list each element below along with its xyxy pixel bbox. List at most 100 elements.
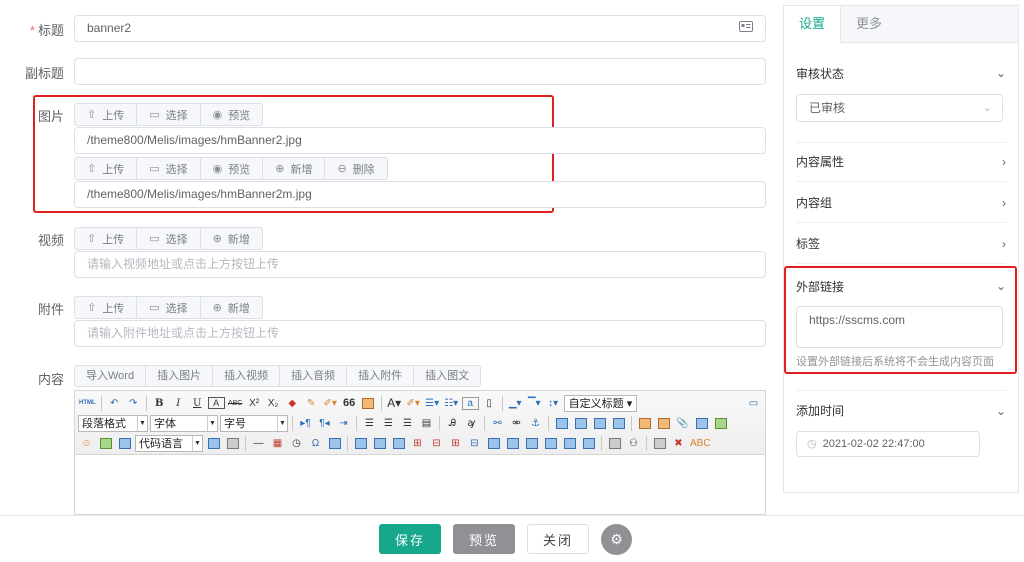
underline-icon[interactable]: U	[189, 395, 206, 412]
attachment-input[interactable]: 请输入附件地址或点击上方按钮上传	[74, 320, 766, 347]
preview-button[interactable]: ◉ 预览	[201, 158, 264, 179]
select-button[interactable]: ▭ 选择	[137, 228, 201, 249]
save-button[interactable]: 保存	[379, 524, 441, 554]
page-break-icon[interactable]	[205, 435, 222, 452]
scrawl-icon[interactable]	[97, 435, 114, 452]
font-color-icon[interactable]: A ▾	[386, 395, 403, 412]
add-button[interactable]: ⊕ 新增	[201, 228, 262, 249]
font-size-select[interactable]: 字号 ▼	[220, 414, 288, 432]
attachment-icon[interactable]: 📎	[674, 415, 691, 432]
clear-doc-icon[interactable]: ▯	[481, 395, 498, 412]
image-input-1[interactable]: /theme800/Melis/images/hmBanner2.jpg	[74, 127, 766, 154]
review-status-header[interactable]: 审核状态 ⌄	[796, 53, 1006, 93]
align-right-icon[interactable]: ☰	[399, 415, 416, 432]
paste-text-icon[interactable]	[360, 395, 377, 412]
delete-table-icon[interactable]	[371, 435, 388, 452]
binoculars-icon[interactable]: ⚇	[625, 435, 642, 452]
split-rows-icon[interactable]	[561, 435, 578, 452]
background-color-icon[interactable]: ✐▾	[405, 395, 422, 412]
select-button[interactable]: ▭ 选择	[137, 158, 201, 179]
indent-icon[interactable]: ⇥	[335, 415, 352, 432]
add-time-header[interactable]: 添加时间 ⌄	[796, 390, 1006, 430]
insert-image-button[interactable]: 插入图片	[146, 366, 214, 386]
drafts-icon[interactable]: ✖	[670, 435, 687, 452]
unordered-list-icon[interactable]: ☷▾	[443, 395, 460, 412]
preview-button[interactable]: ◉ 预览	[201, 104, 263, 125]
delete-row-icon[interactable]: ⊟	[428, 435, 445, 452]
split-cols-icon[interactable]	[580, 435, 597, 452]
simple-upload-icon[interactable]	[636, 415, 653, 432]
insert-image-icon[interactable]	[655, 415, 672, 432]
content-attr-header[interactable]: 内容属性 ›	[796, 142, 1006, 182]
title-input[interactable]: banner2	[74, 15, 766, 42]
italic-icon[interactable]: I	[170, 395, 187, 412]
insert-article-button[interactable]: 插入图文	[414, 366, 480, 386]
select-all-icon[interactable]: a	[461, 396, 479, 410]
code-language-select[interactable]: 代码语言 ▼	[135, 434, 203, 452]
horizontal-rule-icon[interactable]: —	[250, 435, 267, 452]
fullscreen-icon[interactable]: ▭	[745, 395, 762, 412]
emotion-icon[interactable]: ☺	[78, 435, 95, 452]
rtl-icon[interactable]: ¶◂	[316, 415, 333, 432]
strikethrough-icon[interactable]: ABC	[227, 395, 244, 412]
touppercase-icon[interactable]: Ꭿ	[444, 415, 461, 432]
font-border-icon[interactable]: A	[207, 397, 225, 409]
format-painter-icon[interactable]: ✐▾	[322, 395, 339, 412]
id-card-icon[interactable]	[739, 16, 753, 41]
redo-icon[interactable]: ↷	[125, 395, 142, 412]
content-group-header[interactable]: 内容组 ›	[796, 183, 1006, 223]
paragraph-format-select[interactable]: 段落格式 ▼	[78, 414, 148, 432]
print-icon[interactable]	[651, 435, 668, 452]
upload-button[interactable]: ⇧ 上传	[75, 228, 138, 249]
delete-col-icon[interactable]: ⊟	[466, 435, 483, 452]
merge-right-icon[interactable]	[504, 435, 521, 452]
search-replace-icon[interactable]	[326, 435, 343, 452]
select-button[interactable]: ▭ 选择	[137, 297, 201, 318]
tab-settings[interactable]: 设置	[784, 6, 842, 43]
upload-button[interactable]: ⇧ 上传	[75, 158, 138, 179]
image-left-icon[interactable]	[572, 415, 589, 432]
unlink-icon[interactable]: ⚮	[508, 415, 525, 432]
anchor-icon[interactable]: ⚓	[527, 415, 544, 432]
print-preview-icon[interactable]	[606, 435, 623, 452]
undo-icon[interactable]: ↶	[106, 395, 123, 412]
upload-button[interactable]: ⇧ 上传	[75, 297, 138, 318]
row-spacing-bottom-icon[interactable]: ▔▾	[526, 395, 543, 412]
delete-button[interactable]: ⊖ 删除	[325, 158, 386, 179]
special-chars-icon[interactable]: Ω	[307, 435, 324, 452]
insert-table-icon[interactable]	[352, 435, 369, 452]
ordered-list-icon[interactable]: ☰▾	[424, 395, 441, 412]
subtitle-input[interactable]	[74, 58, 766, 85]
review-status-select[interactable]: 已审核 ⌄	[796, 94, 1003, 122]
insert-col-icon[interactable]: ⊞	[447, 435, 464, 452]
align-justify-icon[interactable]: ▤	[418, 415, 435, 432]
custom-title-select[interactable]: 自定义标题 ▾	[563, 394, 638, 412]
image-right-icon[interactable]	[591, 415, 608, 432]
bold-icon[interactable]: B	[151, 395, 168, 412]
gear-icon[interactable]: ⚙	[601, 524, 632, 555]
rich-text-editor[interactable]: HTML ↶ ↷ B I U A ABC X² X₂ ◆ ✎ ✐▾ 66 A ▾ …	[74, 390, 766, 515]
font-family-select[interactable]: 字体 ▼	[150, 414, 218, 432]
add-button[interactable]: ⊕ 新增	[263, 158, 326, 179]
map-icon[interactable]	[712, 415, 729, 432]
image-input-2[interactable]: /theme800/Melis/images/hmBanner2m.jpg	[74, 181, 766, 208]
merge-down-icon[interactable]	[523, 435, 540, 452]
html-source-icon[interactable]: HTML	[78, 395, 97, 412]
align-center-icon[interactable]: ☰	[380, 415, 397, 432]
insert-attachment-button[interactable]: 插入附件	[347, 366, 415, 386]
blockquote-icon[interactable]: 66	[341, 395, 358, 412]
time-icon[interactable]: ◷	[288, 435, 305, 452]
close-button[interactable]: 关闭	[527, 524, 589, 554]
link-icon[interactable]: ⚯	[489, 415, 506, 432]
image-center-icon[interactable]	[610, 415, 627, 432]
spellcheck-icon[interactable]: ABC	[689, 435, 712, 452]
brush-icon[interactable]: ✎	[303, 395, 320, 412]
row-spacing-top-icon[interactable]: ▁▾	[507, 395, 524, 412]
line-height-icon[interactable]: ↕▾	[545, 395, 562, 412]
eraser-icon[interactable]: ◆	[284, 395, 301, 412]
tolowercase-icon[interactable]: ꜽ	[463, 415, 480, 432]
insert-video-icon[interactable]	[693, 415, 710, 432]
add-time-picker[interactable]: ◷ 2021-02-02 22:47:00	[796, 431, 980, 457]
subscript-icon[interactable]: X₂	[265, 395, 282, 412]
preview-button[interactable]: 预览	[453, 524, 515, 554]
